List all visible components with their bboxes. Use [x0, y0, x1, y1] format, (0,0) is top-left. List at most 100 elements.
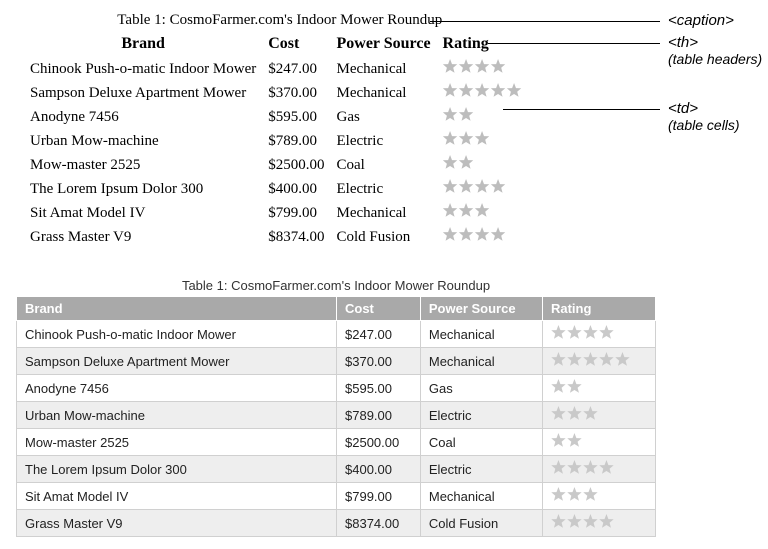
star-icon [491, 227, 506, 242]
rating-stars [551, 352, 630, 367]
cell-brand: Sampson Deluxe Apartment Mower [17, 348, 337, 375]
star-icon [551, 325, 566, 340]
table-row: Chinook Push-o-matic Indoor Mower$247.00… [17, 321, 656, 348]
styled-th-rating: Rating [542, 297, 655, 321]
cell-brand: Sit Amat Model IV [17, 483, 337, 510]
star-icon [583, 487, 598, 502]
cell-cost: $370.00 [337, 348, 421, 375]
cell-brand: Chinook Push-o-matic Indoor Mower [28, 57, 266, 81]
cell-brand: The Lorem Ipsum Dolor 300 [17, 456, 337, 483]
rating-stars [443, 227, 506, 242]
leader-td [503, 109, 660, 110]
cell-rating [441, 129, 532, 153]
star-icon [459, 83, 474, 98]
rating-stars [443, 59, 506, 74]
star-icon [491, 59, 506, 74]
rating-stars [443, 179, 506, 194]
th-rating: Rating [441, 33, 532, 57]
table-row: Grass Master V9$8374.00Cold Fusion [28, 225, 532, 249]
star-icon [507, 83, 522, 98]
cell-rating [441, 177, 532, 201]
star-icon [583, 352, 598, 367]
rating-stars [443, 203, 490, 218]
star-icon [599, 325, 614, 340]
annot-td-text: <td> [668, 100, 698, 117]
rating-stars [551, 487, 598, 502]
leader-th [488, 43, 660, 44]
rating-stars [443, 83, 522, 98]
rating-stars [551, 325, 614, 340]
cell-rating [542, 402, 655, 429]
table-row: Urban Mow-machine$789.00Electric [17, 402, 656, 429]
cell-power: Mechanical [334, 201, 440, 225]
cell-rating [542, 429, 655, 456]
star-icon [475, 83, 490, 98]
star-icon [475, 227, 490, 242]
star-icon [459, 203, 474, 218]
rating-stars [551, 514, 614, 529]
styled-th-power: Power Source [420, 297, 542, 321]
cell-power: Mechanical [420, 321, 542, 348]
cell-power: Electric [334, 177, 440, 201]
table-row: The Lorem Ipsum Dolor 300$400.00Electric [17, 456, 656, 483]
star-icon [551, 406, 566, 421]
plain-caption: Table 1: CosmoFarmer.com's Indoor Mower … [28, 12, 532, 33]
star-icon [599, 460, 614, 475]
th-brand: Brand [28, 33, 266, 57]
star-icon [443, 227, 458, 242]
star-icon [551, 514, 566, 529]
styled-th-brand: Brand [17, 297, 337, 321]
cell-cost: $2500.00 [337, 429, 421, 456]
star-icon [551, 379, 566, 394]
cell-rating [542, 483, 655, 510]
star-icon [459, 179, 474, 194]
cell-brand: Mow-master 2525 [17, 429, 337, 456]
styled-th-cost: Cost [337, 297, 421, 321]
table-row: Chinook Push-o-matic Indoor Mower$247.00… [28, 57, 532, 81]
star-icon [567, 406, 582, 421]
star-icon [599, 514, 614, 529]
star-icon [443, 83, 458, 98]
cell-power: Coal [420, 429, 542, 456]
cell-rating [542, 321, 655, 348]
annot-th-text: <th> [668, 34, 698, 51]
star-icon [459, 131, 474, 146]
cell-rating [542, 510, 655, 537]
cell-power: Mechanical [420, 483, 542, 510]
styled-caption: Table 1: CosmoFarmer.com's Indoor Mower … [16, 275, 656, 296]
cell-brand: Anodyne 7456 [28, 105, 266, 129]
star-icon [475, 131, 490, 146]
cell-power: Mechanical [334, 81, 440, 105]
star-icon [459, 155, 474, 170]
star-icon [475, 59, 490, 74]
cell-cost: $595.00 [266, 105, 334, 129]
table-row: Grass Master V9$8374.00Cold Fusion [17, 510, 656, 537]
table-row: Mow-master 2525$2500.00Coal [28, 153, 532, 177]
cell-power: Electric [420, 456, 542, 483]
star-icon [599, 352, 614, 367]
cell-rating [441, 201, 532, 225]
cell-rating [441, 225, 532, 249]
star-icon [459, 59, 474, 74]
cell-cost: $8374.00 [266, 225, 334, 249]
cell-cost: $370.00 [266, 81, 334, 105]
star-icon [567, 460, 582, 475]
plain-table-section: Table 1: CosmoFarmer.com's Indoor Mower … [28, 12, 752, 249]
cell-cost: $2500.00 [266, 153, 334, 177]
star-icon [567, 514, 582, 529]
cell-cost: $789.00 [266, 129, 334, 153]
table-row: Sit Amat Model IV$799.00Mechanical [17, 483, 656, 510]
cell-rating [542, 375, 655, 402]
cell-cost: $799.00 [337, 483, 421, 510]
star-icon [583, 460, 598, 475]
styled-table: Table 1: CosmoFarmer.com's Indoor Mower … [16, 275, 656, 537]
rating-stars [443, 155, 474, 170]
annot-th-sub: (table headers) [668, 51, 762, 67]
cell-power: Cold Fusion [334, 225, 440, 249]
cell-brand: Sit Amat Model IV [28, 201, 266, 225]
star-icon [615, 352, 630, 367]
cell-brand: Chinook Push-o-matic Indoor Mower [17, 321, 337, 348]
star-icon [475, 179, 490, 194]
cell-power: Mechanical [420, 348, 542, 375]
rating-stars [551, 460, 614, 475]
